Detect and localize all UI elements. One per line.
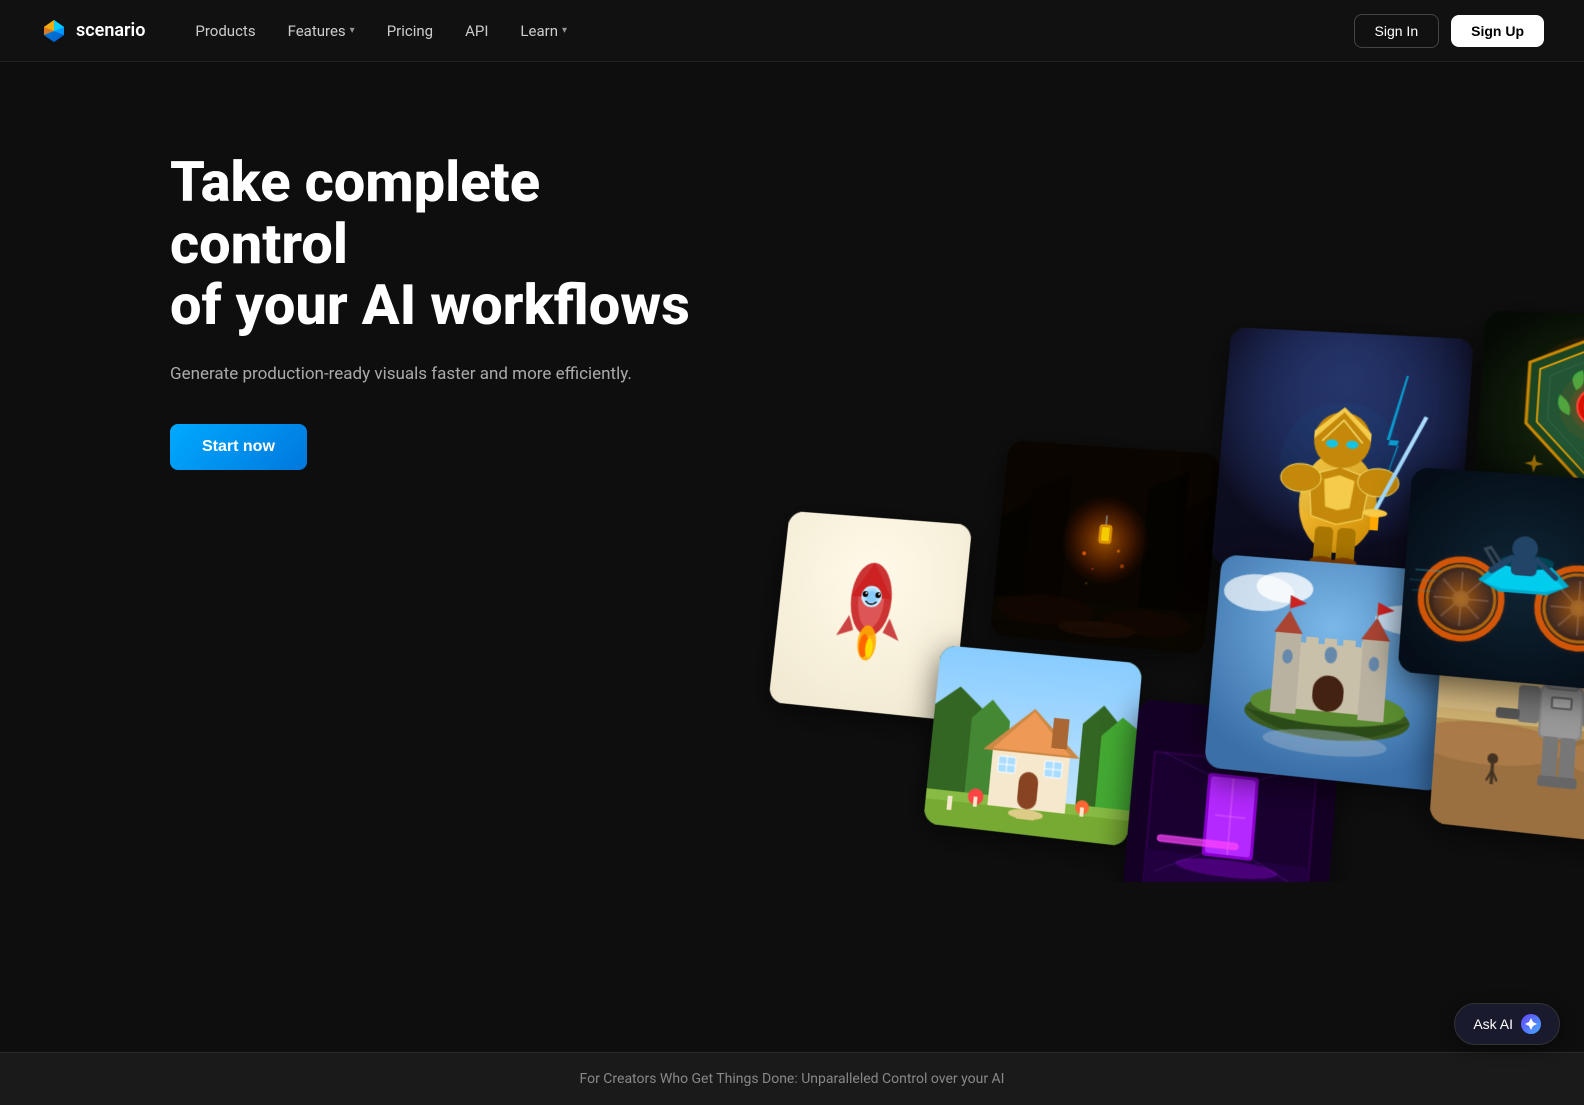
hero-content: Take complete control of your AI workflo…: [170, 152, 690, 470]
card-moto: [1398, 467, 1584, 693]
nav-item-features[interactable]: Features ▾: [274, 14, 369, 48]
nav-right: Sign In Sign Up: [1354, 14, 1544, 48]
logo-text: scenario: [76, 20, 145, 41]
bottom-text: For Creators Who Get Things Done: Unpara…: [580, 1071, 1005, 1087]
nav-item-api[interactable]: API: [451, 14, 502, 48]
card-forest: [990, 440, 1221, 654]
image-grid: [728, 124, 1584, 882]
bottom-bar: For Creators Who Get Things Done: Unpara…: [0, 1052, 1584, 1105]
signup-button[interactable]: Sign Up: [1451, 15, 1544, 47]
nav-item-learn[interactable]: Learn ▾: [506, 14, 581, 48]
logo-icon: [40, 17, 68, 45]
ask-ai-button[interactable]: Ask AI: [1454, 1003, 1560, 1045]
nav-item-products[interactable]: Products: [181, 14, 269, 48]
hero-title: Take complete control of your AI workflo…: [170, 152, 690, 337]
features-chevron-icon: ▾: [350, 25, 355, 36]
card-cottage: [923, 645, 1143, 847]
hero-subtitle: Generate production-ready visuals faster…: [170, 361, 690, 388]
nav-left: scenario Products Features ▾ Pricing API…: [40, 14, 581, 48]
start-now-button[interactable]: Start now: [170, 424, 307, 470]
signin-button[interactable]: Sign In: [1354, 14, 1440, 48]
navbar: scenario Products Features ▾ Pricing API…: [0, 0, 1584, 62]
learn-chevron-icon: ▾: [562, 25, 567, 36]
forest-illustration: [990, 440, 1221, 654]
hero-section: Take complete control of your AI workflo…: [0, 62, 1584, 882]
nav-item-pricing[interactable]: Pricing: [373, 14, 447, 48]
ask-ai-icon: [1521, 1014, 1541, 1034]
moto-illustration: [1398, 467, 1584, 693]
cottage-illustration: [923, 645, 1143, 847]
ask-ai-label: Ask AI: [1473, 1016, 1513, 1032]
logo[interactable]: scenario: [40, 17, 145, 45]
nav-links: Products Features ▾ Pricing API Learn ▾: [181, 14, 581, 48]
rocket-illustration: [808, 542, 932, 687]
